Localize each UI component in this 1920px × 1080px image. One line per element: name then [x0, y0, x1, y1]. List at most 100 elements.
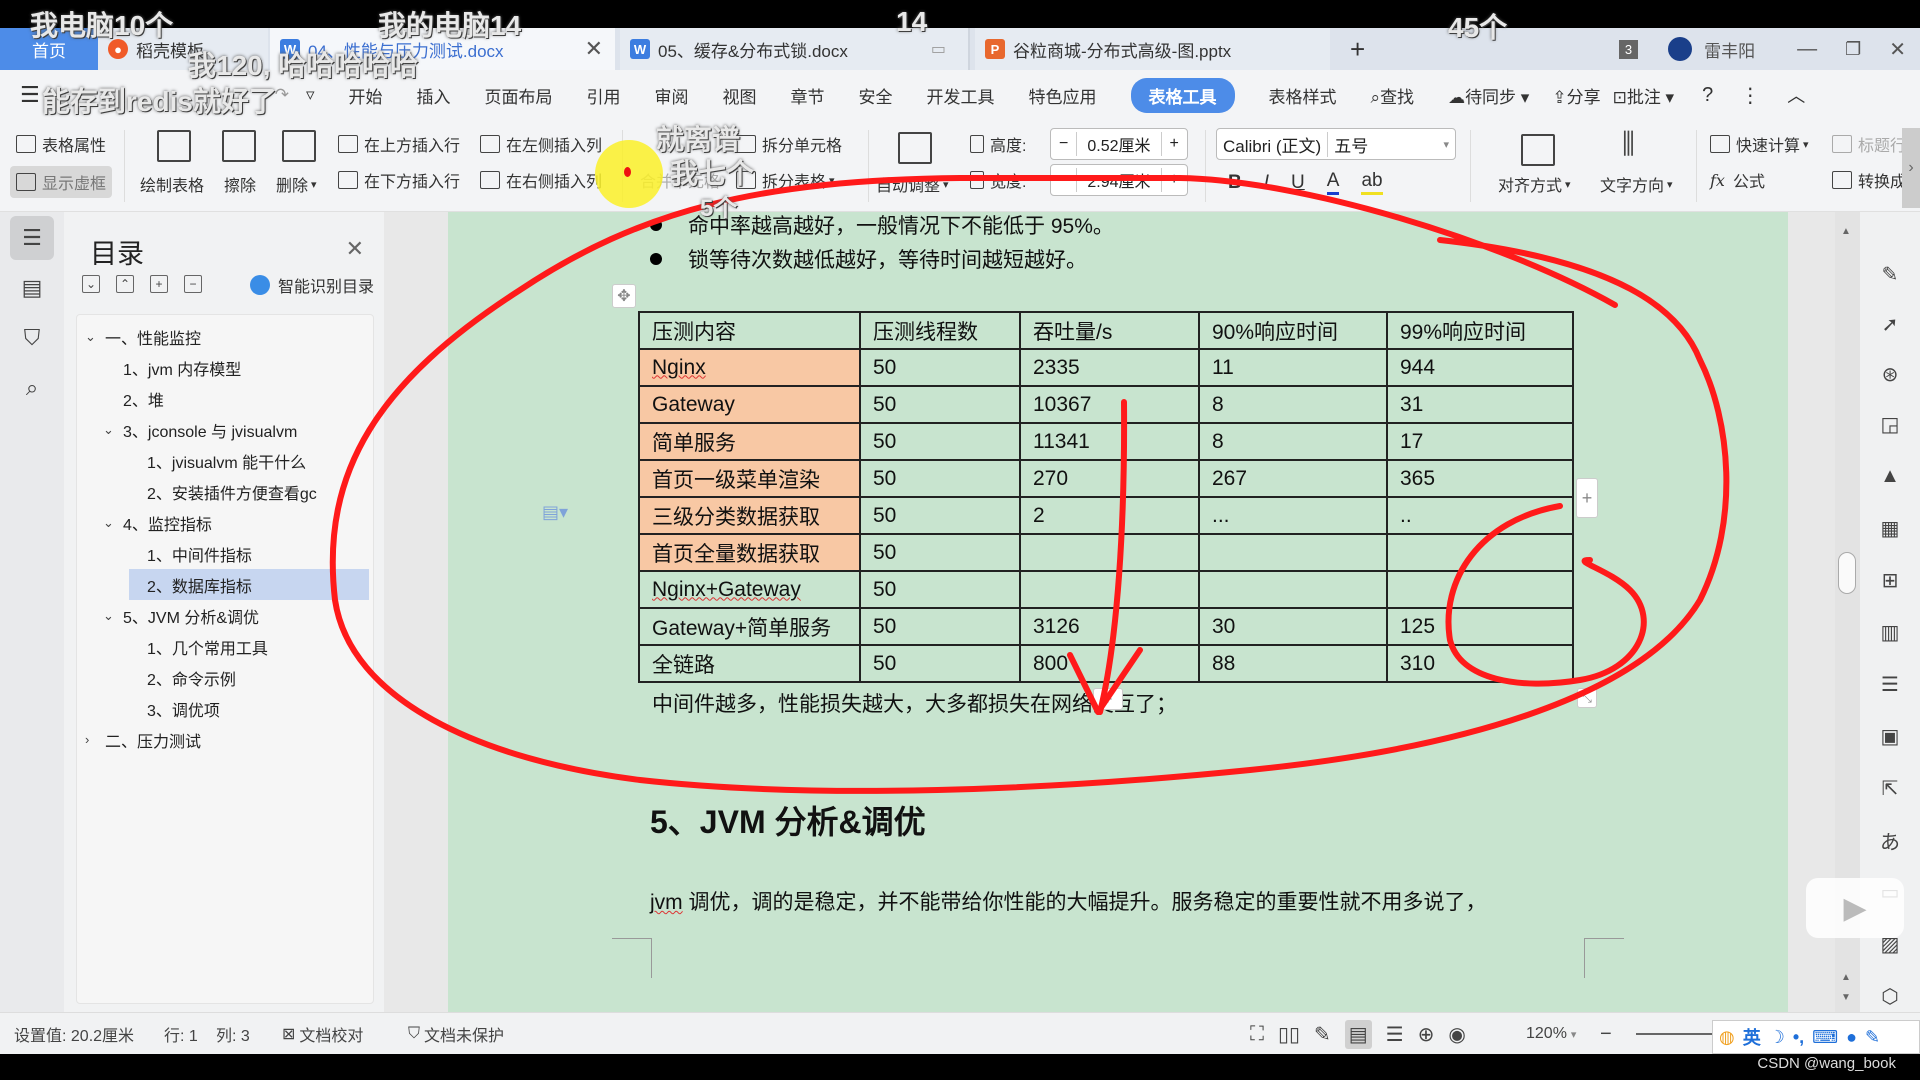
next-page-icon[interactable]: ▼	[1841, 992, 1851, 1003]
style-icon[interactable]: ⊛	[1876, 360, 1904, 388]
new-tab-button[interactable]: +	[1340, 28, 1390, 70]
table-cell[interactable]: 50	[859, 644, 1021, 683]
select-cursor-icon[interactable]: ➚	[1876, 310, 1904, 338]
scroll-up-icon[interactable]: ▲	[1841, 226, 1851, 237]
table-cell[interactable]: 50	[859, 459, 1021, 498]
table-cell[interactable]	[1019, 570, 1200, 609]
col-width-value[interactable]: 2.94厘米	[1076, 168, 1162, 192]
text-direction-button[interactable]: 文字方向 ▾	[1600, 172, 1673, 196]
draw-table-button[interactable]: 绘制表格	[140, 172, 204, 196]
quick-calc-button[interactable]: 快速计算 ▾	[1710, 132, 1809, 156]
table-header-cell[interactable]: 吞吐量/s	[1019, 311, 1200, 350]
insert-row-above-button[interactable]: 在上方插入行	[338, 132, 460, 156]
table-cell[interactable]: 310	[1386, 644, 1574, 683]
table-cell[interactable]: 全链路	[638, 644, 861, 683]
underline-icon[interactable]: U	[1291, 172, 1305, 194]
menu-insert[interactable]: 插入	[417, 83, 451, 108]
smart-toc-button[interactable]: 智能识别目录	[250, 273, 374, 297]
table-cell[interactable]: 88	[1198, 644, 1388, 683]
menu-table-style[interactable]: 表格样式	[1269, 83, 1337, 108]
table-cell[interactable]: Gateway+简单服务	[638, 607, 861, 646]
table-cell[interactable]: 首页全量数据获取	[638, 533, 861, 572]
menu-developer[interactable]: 开发工具	[927, 83, 995, 108]
ime-language[interactable]: 英	[1743, 1024, 1761, 1050]
zoom-out-icon[interactable]: −	[1600, 1013, 1612, 1055]
ribbon-scroll-right-icon[interactable]: ›	[1902, 128, 1920, 208]
table-cell[interactable]: 50	[859, 533, 1021, 572]
hamburger-menu-icon[interactable]: ☰	[20, 82, 40, 108]
col-width-stepper[interactable]: −2.94厘米 +	[1050, 164, 1188, 196]
table-header-cell[interactable]: 压测内容	[638, 311, 861, 350]
toc-item[interactable]: 2、堆	[123, 383, 403, 414]
title-row-repeat-button[interactable]: 标题行	[1832, 132, 1906, 156]
image-library-icon[interactable]: ▣	[1876, 722, 1904, 750]
more-options-icon[interactable]: ⋮	[1740, 83, 1760, 108]
bold-icon[interactable]: B	[1228, 172, 1242, 194]
add-column-icon[interactable]: +	[1576, 478, 1598, 518]
table-cell[interactable]: 30	[1198, 607, 1388, 646]
table-cell[interactable]: ..	[1386, 496, 1574, 535]
collapse-all-icon[interactable]: ⌃	[116, 275, 134, 293]
moon-icon[interactable]: ☽	[1769, 1027, 1785, 1048]
toc-item[interactable]: 1、jvm 内存模型	[123, 352, 403, 383]
increment-button[interactable]: +	[1162, 171, 1187, 189]
table-cell[interactable]: 8	[1198, 385, 1388, 424]
find-replace-icon[interactable]: ⌕	[10, 366, 54, 410]
edit-mode-icon[interactable]: ✎	[1314, 1022, 1331, 1047]
table-cell[interactable]: 10367	[1019, 385, 1200, 424]
zoom-slider[interactable]	[1636, 1033, 1716, 1035]
quick-access-dropdown-icon[interactable]: ▿	[306, 85, 315, 105]
comment-button[interactable]: ⊡批注 ▾	[1613, 83, 1675, 108]
collapse-ribbon-icon[interactable]: ︿	[1787, 82, 1805, 108]
table-cell[interactable]: 17	[1386, 422, 1574, 461]
table-cell[interactable]: 31	[1386, 385, 1574, 424]
auto-fit-button[interactable]: 自动调整 ▾	[876, 172, 949, 196]
close-tab-icon[interactable]: ✕	[585, 36, 603, 62]
toc-item[interactable]: 2、安装插件方便查看gc	[147, 476, 367, 507]
toc-item[interactable]: ⌄ 5、JVM 分析&调优	[103, 600, 383, 631]
eye-protection-icon[interactable]: ◉	[1448, 1022, 1465, 1047]
tab-presentation[interactable]: P 谷粒商城-分布式高级-图.pptx	[975, 28, 1330, 70]
chevron-right-icon[interactable]: ›	[85, 732, 105, 747]
outline-icon[interactable]: ▤	[10, 266, 54, 310]
erase-button[interactable]: 擦除	[224, 172, 256, 196]
table-cell[interactable]: 2335	[1019, 348, 1200, 387]
bookmark-icon[interactable]: ⛉	[10, 316, 54, 360]
table-move-handle-icon[interactable]: ✥	[612, 284, 636, 308]
menu-view[interactable]: 视图	[723, 83, 757, 108]
increment-button[interactable]: +	[1162, 135, 1187, 153]
table-cell[interactable]: 11	[1198, 348, 1388, 387]
prev-page-icon[interactable]: ▲	[1841, 972, 1851, 983]
page-view-icon[interactable]: ▤	[1344, 1019, 1372, 1049]
table-cell[interactable]	[1198, 533, 1388, 572]
table-cell[interactable]: 50	[859, 607, 1021, 646]
chevron-down-icon[interactable]: ⌄	[103, 515, 123, 531]
help-icon[interactable]: ?	[1702, 84, 1713, 107]
insert-col-right-button[interactable]: 在右侧插入列	[480, 168, 602, 192]
backup-icon[interactable]: ⬡	[1876, 982, 1904, 1010]
toc-item-selected[interactable]: 2、数据库指标	[129, 569, 369, 600]
table-header-cell[interactable]: 90%响应时间	[1198, 311, 1388, 350]
table-cell[interactable]: Nginx	[638, 348, 861, 387]
toc-item[interactable]: ⌄ 4、监控指标	[103, 507, 383, 538]
table-cell[interactable]: 11341	[1019, 422, 1200, 461]
close-window-icon[interactable]: ✕	[1889, 37, 1906, 62]
paragraph-menu-icon[interactable]: ▤▾	[542, 502, 568, 523]
table-cell[interactable]: 125	[1386, 607, 1574, 646]
chevron-down-icon[interactable]: ⌄	[103, 608, 123, 624]
zoom-dropdown[interactable]: 120% ▾	[1526, 1013, 1576, 1055]
expand-all-icon[interactable]: ⌄	[82, 275, 100, 293]
table-cell[interactable]: 50	[859, 496, 1021, 535]
menu-page-layout[interactable]: 页面布局	[485, 83, 553, 108]
table-resize-handle-icon[interactable]: ⤡	[1577, 688, 1597, 708]
row-height-value[interactable]: 0.52厘米	[1076, 132, 1162, 156]
toc-item[interactable]: ⌄ 一、性能监控	[85, 321, 365, 352]
shapes-icon[interactable]: ◲	[1876, 410, 1904, 438]
font-name[interactable]: Calibri (正文)	[1217, 131, 1329, 157]
table-cell[interactable]: 270	[1019, 459, 1200, 498]
minimize-icon[interactable]: —	[1797, 38, 1817, 61]
wrench-icon[interactable]: ✎	[1865, 1027, 1880, 1048]
row-height-stepper[interactable]: −0.52厘米 +	[1050, 128, 1188, 160]
font-color-icon[interactable]: A	[1326, 170, 1340, 195]
table-cell[interactable]: 8	[1198, 422, 1388, 461]
